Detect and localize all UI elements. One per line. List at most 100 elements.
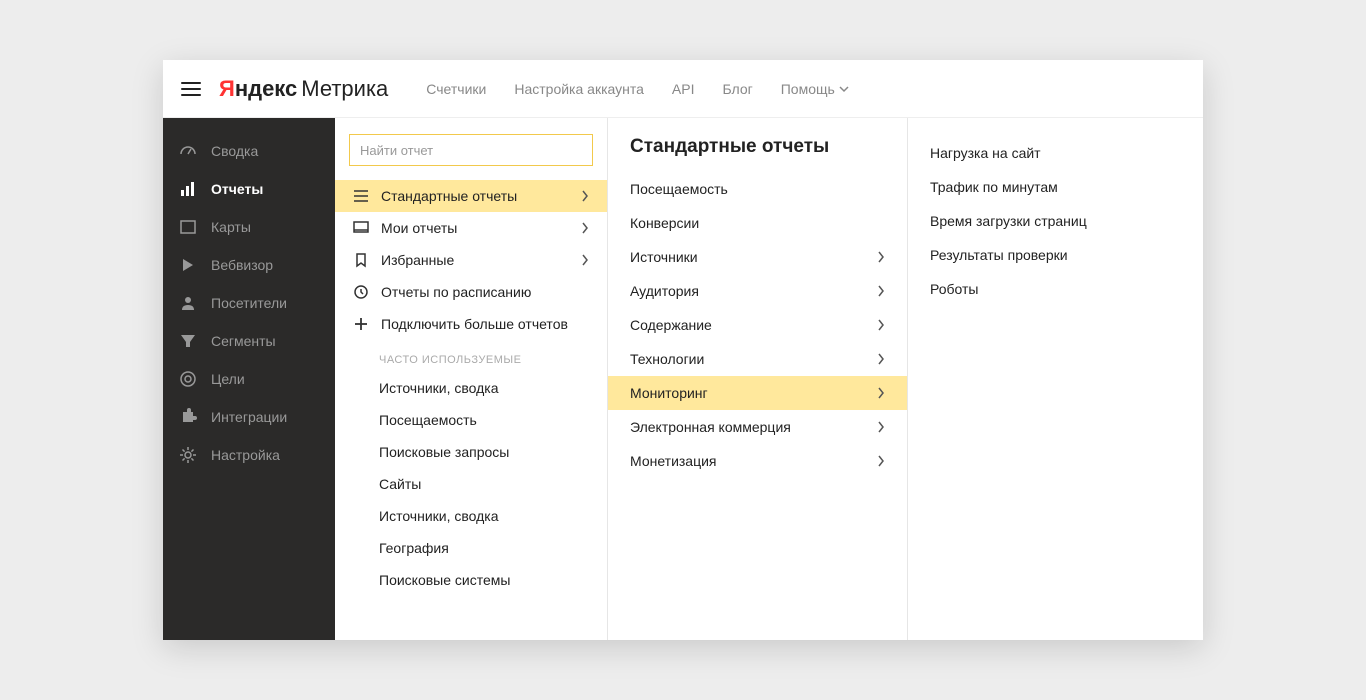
cat-item[interactable]: Источники: [608, 240, 907, 274]
freq-item[interactable]: География: [335, 532, 607, 564]
cat-item[interactable]: Мониторинг: [608, 376, 907, 410]
cat-item-label: Посещаемость: [630, 181, 728, 197]
sidebar-item-label: Интеграции: [211, 409, 287, 425]
categories-panel: Стандартные отчеты Посещаемость Конверсии…: [608, 118, 908, 640]
cat-item[interactable]: Содержание: [608, 308, 907, 342]
det-item[interactable]: Роботы: [930, 272, 1181, 306]
freq-item[interactable]: Посещаемость: [335, 404, 607, 436]
det-item[interactable]: Результаты проверки: [930, 238, 1181, 272]
freq-head: ЧАСТО ИСПОЛЬЗУЕМЫЕ: [335, 340, 607, 372]
play-icon: [179, 256, 197, 274]
sidebar-item-integrations[interactable]: Интеграции: [163, 398, 335, 436]
puzzle-icon: [179, 408, 197, 426]
person-icon: [179, 294, 197, 312]
sidebar-item-label: Сегменты: [211, 333, 276, 349]
sidebar-item-visitors[interactable]: Посетители: [163, 284, 335, 322]
chevron-right-icon: [877, 285, 885, 297]
report-item-standard[interactable]: Стандартные отчеты: [335, 180, 607, 212]
chevron-right-icon: [581, 254, 589, 266]
cat-item-label: Содержание: [630, 317, 712, 333]
sidebar-item-label: Цели: [211, 371, 245, 387]
cat-item-label: Источники: [630, 249, 698, 265]
report-item-label: Отчеты по расписанию: [381, 284, 531, 300]
sidebar-item-label: Вебвизор: [211, 257, 273, 273]
sidebar-item-maps[interactable]: Карты: [163, 208, 335, 246]
chevron-right-icon: [877, 421, 885, 433]
top-bar: ЯндексМетрика Счетчики Настройка аккаунт…: [163, 60, 1203, 118]
cat-item-label: Технологии: [630, 351, 704, 367]
report-item-label: Избранные: [381, 252, 454, 268]
freq-item[interactable]: Сайты: [335, 468, 607, 500]
chevron-right-icon: [581, 190, 589, 202]
cat-item[interactable]: Технологии: [608, 342, 907, 376]
det-item[interactable]: Время загрузки страниц: [930, 204, 1181, 238]
sidebar-item-label: Сводка: [211, 143, 258, 159]
sidebar-item-segments[interactable]: Сегменты: [163, 322, 335, 360]
freq-item[interactable]: Источники, сводка: [335, 500, 607, 532]
det-item[interactable]: Трафик по минутам: [930, 170, 1181, 204]
freq-list: Источники, сводкаПосещаемостьПоисковые з…: [335, 372, 607, 596]
sidebar-item-reports[interactable]: Отчеты: [163, 170, 335, 208]
sidebar-item-label: Посетители: [211, 295, 287, 311]
gauge-icon: [179, 142, 197, 160]
brand-product: Метрика: [301, 76, 388, 101]
nav-account[interactable]: Настройка аккаунта: [514, 81, 644, 97]
report-item-scheduled[interactable]: Отчеты по расписанию: [335, 276, 607, 308]
brand-ya: Я: [219, 76, 235, 101]
monitor-icon: [353, 220, 369, 236]
funnel-icon: [179, 332, 197, 350]
search-input[interactable]: [350, 135, 592, 165]
cat-item-label: Аудитория: [630, 283, 699, 299]
clock-icon: [353, 284, 369, 300]
chevron-right-icon: [877, 319, 885, 331]
report-item-add-more[interactable]: Подключить больше отчетов: [335, 308, 607, 340]
sidebar-item-summary[interactable]: Сводка: [163, 132, 335, 170]
freq-item[interactable]: Поисковые системы: [335, 564, 607, 596]
det-item[interactable]: Нагрузка на сайт: [930, 136, 1181, 170]
logo[interactable]: ЯндексМетрика: [219, 76, 388, 102]
cat-item-label: Мониторинг: [630, 385, 708, 401]
cat-item[interactable]: Электронная коммерция: [608, 410, 907, 444]
chevron-right-icon: [877, 387, 885, 399]
report-item-my[interactable]: Мои отчеты: [335, 212, 607, 244]
cat-item[interactable]: Посещаемость: [608, 172, 907, 206]
freq-item[interactable]: Источники, сводка: [335, 372, 607, 404]
bar-chart-icon: [179, 180, 197, 198]
map-icon: [179, 218, 197, 236]
nav-help[interactable]: Помощь: [781, 81, 849, 97]
search-box: [349, 134, 593, 166]
report-item-label: Подключить больше отчетов: [381, 316, 568, 332]
cat-item-label: Конверсии: [630, 215, 699, 231]
chevron-right-icon: [877, 251, 885, 263]
freq-item[interactable]: Поисковые запросы: [335, 436, 607, 468]
sidebar-item-webvisor[interactable]: Вебвизор: [163, 246, 335, 284]
nav-blog[interactable]: Блог: [722, 81, 752, 97]
cat-item[interactable]: Конверсии: [608, 206, 907, 240]
chevron-right-icon: [877, 353, 885, 365]
cat-list: Посещаемость Конверсии Источники Аудитория С…: [608, 172, 907, 478]
top-nav: Счетчики Настройка аккаунта API Блог Пом…: [426, 81, 849, 97]
categories-title: Стандартные отчеты: [608, 136, 907, 172]
body-area: Сводка Отчеты Карты Вебвизор: [163, 118, 1203, 640]
brand-rest: ндекс: [235, 76, 297, 101]
nav-counters[interactable]: Счетчики: [426, 81, 486, 97]
cat-item[interactable]: Монетизация: [608, 444, 907, 478]
nav-api[interactable]: API: [672, 81, 695, 97]
sidebar-item-label: Карты: [211, 219, 251, 235]
sidebar: Сводка Отчеты Карты Вебвизор: [163, 118, 335, 640]
target-icon: [179, 370, 197, 388]
gear-icon: [179, 446, 197, 464]
sidebar-item-goals[interactable]: Цели: [163, 360, 335, 398]
details-panel: Нагрузка на сайтТрафик по минутамВремя з…: [908, 118, 1203, 640]
cat-item-label: Электронная коммерция: [630, 419, 791, 435]
report-item-favorites[interactable]: Избранные: [335, 244, 607, 276]
cat-item-label: Монетизация: [630, 453, 717, 469]
report-item-label: Мои отчеты: [381, 220, 457, 236]
chevron-down-icon: [839, 84, 849, 94]
cat-item[interactable]: Аудитория: [608, 274, 907, 308]
det-list: Нагрузка на сайтТрафик по минутамВремя з…: [930, 136, 1181, 306]
sidebar-item-settings[interactable]: Настройка: [163, 436, 335, 474]
hamburger-menu-icon[interactable]: [181, 82, 201, 96]
report-item-label: Стандартные отчеты: [381, 188, 517, 204]
plus-icon: [353, 316, 369, 332]
